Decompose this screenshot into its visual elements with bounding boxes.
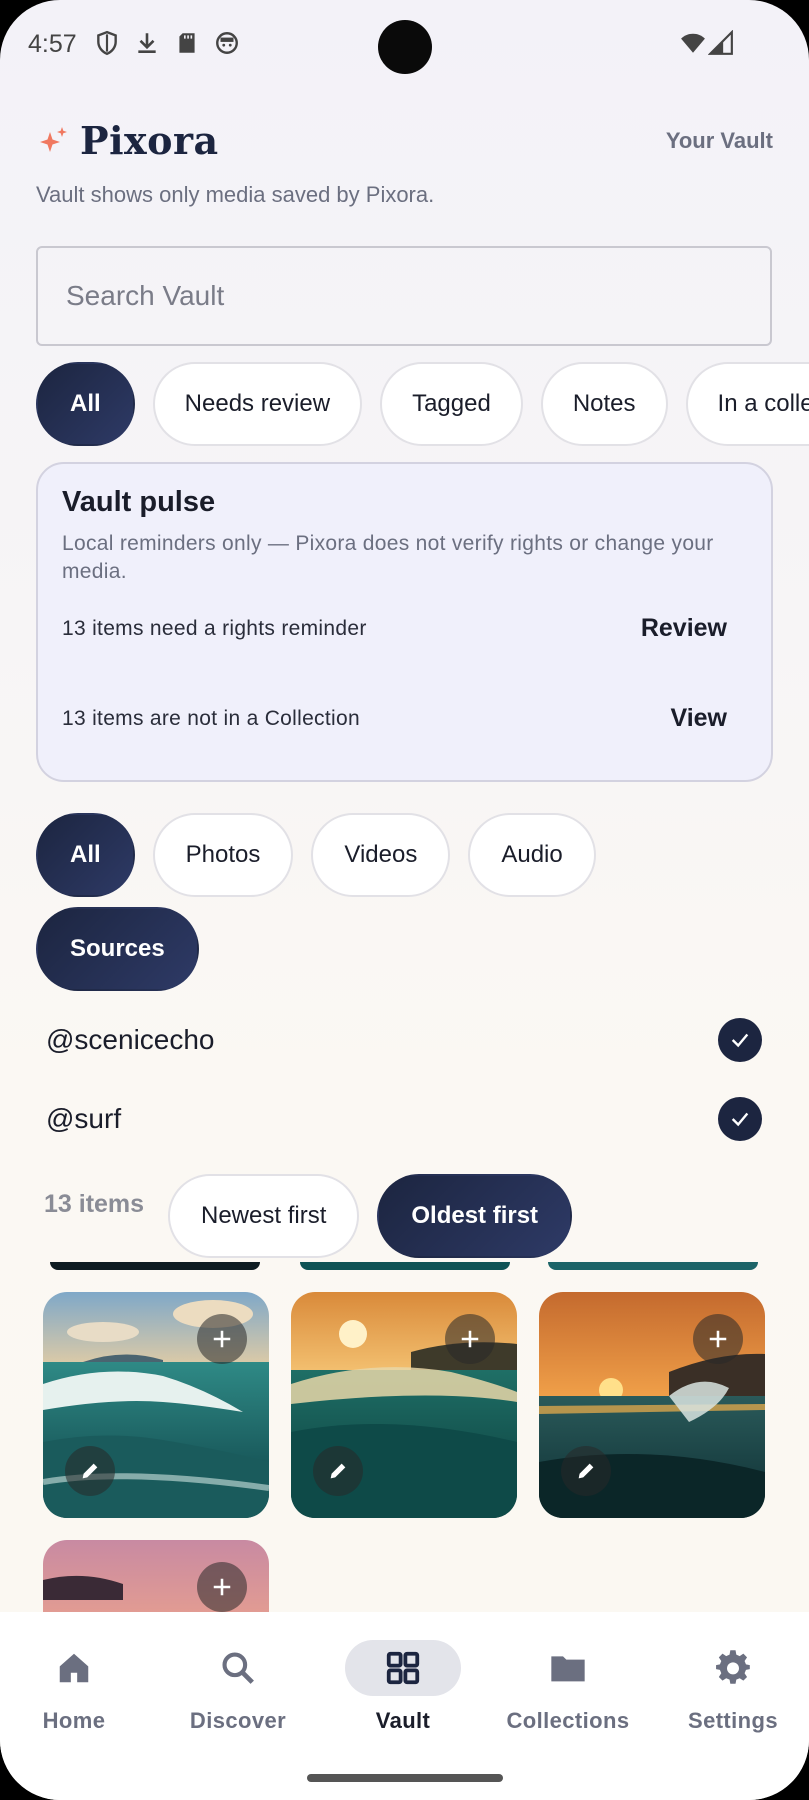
plus-icon bbox=[709, 1330, 727, 1348]
nav-settings[interactable]: Settings bbox=[653, 1612, 809, 1734]
home-icon bbox=[16, 1640, 132, 1696]
search-icon bbox=[180, 1640, 296, 1696]
source-handle: @surf bbox=[46, 1103, 122, 1134]
search-input[interactable] bbox=[38, 248, 770, 344]
chip-all-review[interactable]: All bbox=[36, 362, 135, 446]
source-item-scenicecho[interactable]: @scenicecho bbox=[46, 1018, 762, 1062]
chip-notes[interactable]: Notes bbox=[540, 362, 668, 446]
edit-button[interactable] bbox=[313, 1446, 363, 1496]
media-tile[interactable] bbox=[43, 1292, 269, 1518]
signal-icon bbox=[708, 30, 733, 55]
media-tile-peek bbox=[300, 1262, 510, 1270]
vault-subtitle: Vault shows only media saved by Pixora. bbox=[36, 182, 435, 207]
nav-home[interactable]: Home bbox=[0, 1612, 154, 1734]
review-button[interactable]: Review bbox=[641, 614, 727, 643]
camera-cutout bbox=[378, 20, 432, 74]
nav-collections-label: Collections bbox=[506, 1708, 630, 1733]
nav-collections[interactable]: Collections bbox=[488, 1612, 648, 1734]
view-button[interactable]: View bbox=[670, 704, 727, 733]
chip-videos[interactable]: Videos bbox=[311, 813, 451, 897]
pulse-description: Local reminders only — Pixora does not v… bbox=[62, 532, 714, 583]
add-to-collection-button[interactable] bbox=[197, 1562, 247, 1612]
edit-button[interactable] bbox=[65, 1446, 115, 1496]
chip-needs-review[interactable]: Needs review bbox=[152, 362, 363, 446]
status-bar: 4:57 bbox=[0, 0, 809, 92]
sort-chips: Newest first Oldest first bbox=[168, 1174, 573, 1258]
home-indicator[interactable] bbox=[307, 1774, 503, 1782]
chip-tagged[interactable]: Tagged bbox=[380, 362, 523, 446]
bottom-navigation: Home Discover Vault Collections Settings bbox=[0, 1612, 809, 1800]
checkmark-icon[interactable] bbox=[718, 1018, 762, 1062]
app-brand: Pixora bbox=[36, 118, 219, 163]
status-time: 4:57 bbox=[28, 30, 77, 58]
review-filter-chips: All Needs review Tagged Notes In a colle… bbox=[36, 362, 809, 446]
media-tile-peek bbox=[548, 1262, 758, 1270]
nav-home-label: Home bbox=[42, 1708, 106, 1733]
pulse-collection-row: 13 items are not in a Collection View bbox=[62, 704, 727, 733]
chip-sources[interactable]: Sources bbox=[36, 907, 199, 991]
add-to-collection-button[interactable] bbox=[693, 1314, 743, 1364]
download-icon bbox=[138, 33, 156, 53]
folder-icon bbox=[510, 1640, 626, 1696]
screen: 4:57 Pixora Your Vault Vault shows only … bbox=[0, 0, 809, 1800]
app-name: Pixora bbox=[80, 118, 219, 163]
chip-all-media[interactable]: All bbox=[36, 813, 135, 897]
media-filter-chips: All Photos Videos Audio bbox=[36, 813, 596, 897]
checkmark-icon[interactable] bbox=[718, 1097, 762, 1141]
add-to-collection-button[interactable] bbox=[197, 1314, 247, 1364]
nav-discover-label: Discover bbox=[189, 1708, 287, 1733]
pulse-title: Vault pulse bbox=[62, 486, 216, 518]
pencil-icon bbox=[82, 1463, 98, 1479]
nav-settings-label: Settings bbox=[688, 1708, 778, 1733]
add-to-collection-button[interactable] bbox=[445, 1314, 495, 1364]
sort-newest-first[interactable]: Newest first bbox=[168, 1174, 360, 1258]
grid-icon bbox=[345, 1640, 461, 1696]
sparkle-icon bbox=[40, 126, 67, 152]
your-vault-link[interactable]: Your Vault bbox=[666, 128, 773, 154]
rights-reminder-text: 13 items need a rights reminder bbox=[62, 616, 367, 640]
sources-chip-row: Sources bbox=[36, 907, 199, 991]
wifi-icon bbox=[681, 33, 705, 53]
source-handle: @scenicecho bbox=[46, 1024, 215, 1055]
pencil-icon bbox=[330, 1463, 346, 1479]
chip-in-a-collection[interactable]: In a collection bbox=[685, 362, 809, 446]
sd-card-icon bbox=[179, 33, 195, 53]
source-item-surf[interactable]: @surf bbox=[46, 1097, 762, 1141]
item-count: 13 items bbox=[44, 1190, 145, 1218]
sort-oldest-first[interactable]: Oldest first bbox=[377, 1174, 573, 1258]
not-in-collection-text: 13 items are not in a Collection bbox=[62, 706, 360, 730]
gear-icon bbox=[675, 1640, 791, 1696]
plus-icon bbox=[213, 1578, 231, 1596]
edit-button[interactable] bbox=[561, 1446, 611, 1496]
search-field[interactable] bbox=[36, 246, 772, 346]
media-tile[interactable] bbox=[539, 1292, 765, 1518]
media-tile[interactable] bbox=[291, 1292, 517, 1518]
nav-vault[interactable]: Vault bbox=[323, 1612, 483, 1734]
vault-pulse-card: Vault pulse Local reminders only — Pixor… bbox=[36, 462, 773, 782]
chip-audio[interactable]: Audio bbox=[468, 813, 596, 897]
pulse-rights-row: 13 items need a rights reminder Review bbox=[62, 614, 727, 643]
plus-icon bbox=[461, 1330, 479, 1348]
plus-icon bbox=[213, 1330, 231, 1348]
nav-discover[interactable]: Discover bbox=[158, 1612, 318, 1734]
shield-icon bbox=[97, 30, 117, 56]
media-tile-peek bbox=[50, 1262, 260, 1270]
chip-photos[interactable]: Photos bbox=[152, 813, 294, 897]
nav-vault-label: Vault bbox=[375, 1708, 431, 1733]
face-icon bbox=[216, 32, 238, 54]
pencil-icon bbox=[578, 1463, 594, 1479]
